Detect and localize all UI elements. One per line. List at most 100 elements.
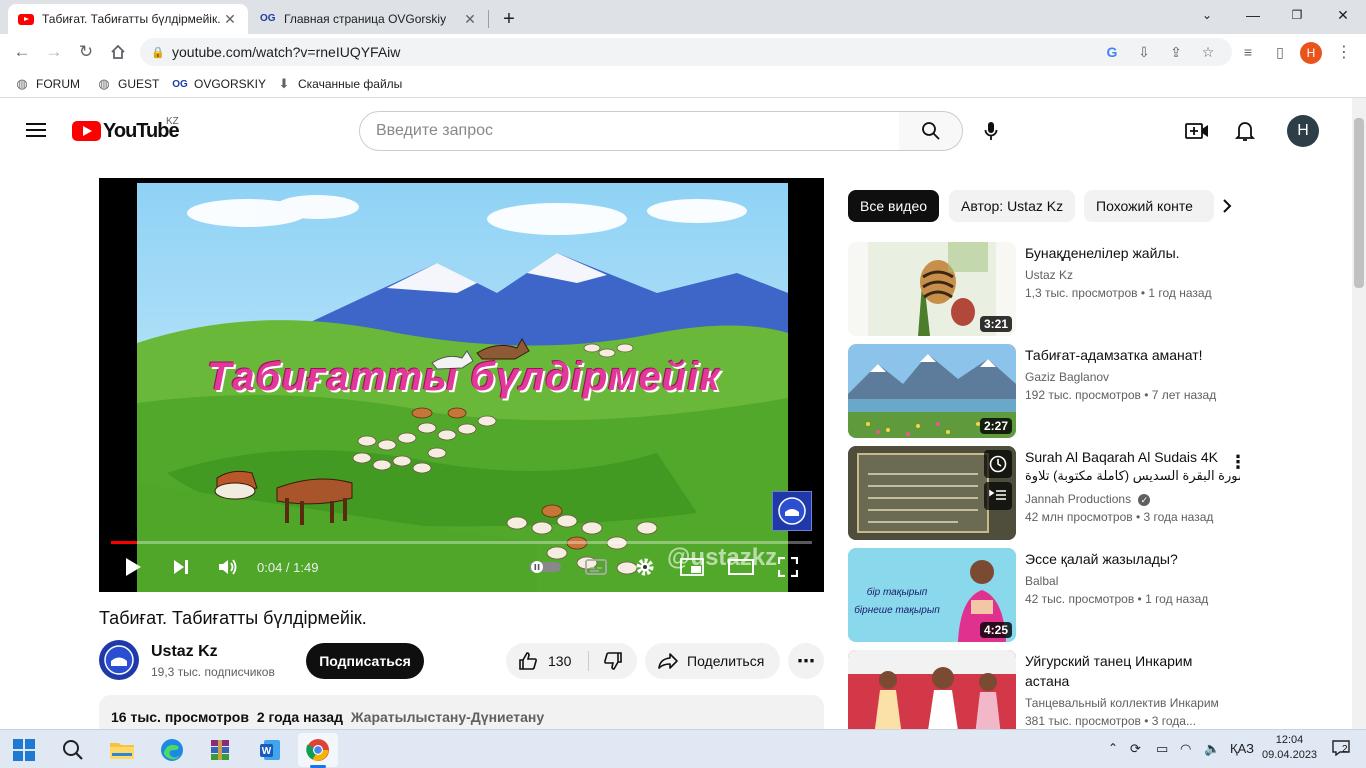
tab-youtube[interactable]: Табиғат. Табиғатты бүлдірмейік. ✕ <box>8 4 248 34</box>
restore-button[interactable]: ❐ <box>1274 0 1320 30</box>
recommended-channel[interactable]: Ustaz Kz <box>1025 268 1240 282</box>
recommended-channel[interactable]: Jannah Productions ✓ <box>1025 492 1240 506</box>
video-player[interactable]: Табиғатты бүлдірмейік @ustazkz 0:04 / 1:… <box>99 178 824 592</box>
search-button[interactable] <box>899 111 963 151</box>
watch-later-button[interactable] <box>984 450 1012 478</box>
hamburger-menu-icon[interactable] <box>26 123 46 137</box>
wifi-icon[interactable]: ◠ <box>1180 741 1191 757</box>
forward-button[interactable]: → <box>40 38 68 66</box>
notification-center-button[interactable]: 2 <box>1332 740 1356 760</box>
bookmark-forum[interactable]: ◍ FORUM <box>14 76 80 92</box>
bookmark-downloads[interactable]: ⬇ Скачанные файлы <box>276 76 403 92</box>
install-app-icon[interactable]: ⇩ <box>1132 40 1156 64</box>
file-explorer-button[interactable] <box>107 735 137 765</box>
minimize-button[interactable]: — <box>1230 0 1276 30</box>
user-avatar[interactable]: H <box>1287 115 1319 147</box>
show-hidden-icons-button[interactable]: ⌃ <box>1108 741 1118 755</box>
chip-related[interactable]: Похожий конте <box>1084 190 1214 222</box>
video-thumbnail[interactable]: 2:27 <box>848 344 1016 438</box>
side-panel-icon[interactable]: ▯ <box>1268 40 1292 64</box>
voice-search-button[interactable] <box>976 116 1006 146</box>
dislike-button[interactable] <box>590 643 636 679</box>
chrome-button[interactable] <box>303 735 333 765</box>
chip-all-videos[interactable]: Все видео <box>848 190 940 222</box>
fullscreen-button[interactable] <box>776 555 800 579</box>
lock-icon[interactable]: 🔒 <box>144 46 172 59</box>
home-icon[interactable] <box>104 38 132 66</box>
taskbar-search-button[interactable] <box>58 735 88 765</box>
tab-ovgorskiy[interactable]: OG Главная страница OVGorskiy ✕ <box>250 4 488 34</box>
video-thumbnail[interactable]: 3:21 <box>848 242 1016 336</box>
recommended-video-title[interactable]: Уйгурский танец Инкарим астана <box>1025 651 1235 691</box>
start-button[interactable] <box>9 735 39 765</box>
recommended-video[interactable]: 2:27 Табиғат-адамзатка аманат! Gaziz Bag… <box>848 344 1348 440</box>
scrollbar-thumb[interactable] <box>1354 118 1364 288</box>
youtube-logo[interactable]: YouTube KZ <box>72 116 180 142</box>
subtitles-button[interactable] <box>584 555 608 579</box>
new-tab-button[interactable]: + <box>494 4 524 34</box>
reload-button[interactable]: ↻ <box>72 38 100 66</box>
battery-icon[interactable]: ▭ <box>1156 741 1168 757</box>
settings-button[interactable] <box>633 555 657 579</box>
google-translate-icon[interactable]: G <box>1100 40 1124 64</box>
recommended-video-title[interactable]: Surah Al Baqarah Al Sudais 4K <box>1025 447 1235 467</box>
recommended-channel[interactable]: Balbal <box>1025 574 1240 588</box>
bookmark-guest[interactable]: ◍ GUEST <box>96 76 159 92</box>
chips-next-button[interactable] <box>1214 193 1240 219</box>
autoplay-toggle[interactable] <box>527 555 563 579</box>
close-icon[interactable]: ✕ <box>462 11 478 28</box>
word-button[interactable]: W <box>255 735 285 765</box>
recommended-video[interactable]: бір тақырып бірнеше тақырып 4:25 Эссе қа… <box>848 548 1348 644</box>
sync-icon[interactable]: ⟳ <box>1130 741 1141 757</box>
play-button[interactable] <box>121 555 145 579</box>
back-button[interactable]: ← <box>8 38 36 66</box>
more-actions-button[interactable]: ⋯ <box>788 643 824 679</box>
bookmark-ovgorskiy[interactable]: OG OVGORSKIY <box>172 76 266 92</box>
profile-avatar[interactable]: H <box>1300 42 1322 64</box>
channel-watermark-logo[interactable] <box>772 491 812 531</box>
address-bar[interactable]: 🔒 youtube.com/watch?v=rneIUQYFAiw <box>140 38 1232 66</box>
create-video-icon[interactable] <box>1184 118 1210 144</box>
input-language[interactable]: ҚАЗ <box>1230 741 1254 756</box>
video-actions-menu-button[interactable]: ⋮ <box>1228 450 1248 474</box>
recommended-video-title[interactable]: Табиғат-адамзатка аманат! <box>1025 345 1235 365</box>
chip-by-author[interactable]: Автор: Ustaz Kz <box>949 190 1076 222</box>
recommended-video-title[interactable]: Эссе қалай жазылады? <box>1025 549 1235 569</box>
edge-browser-button[interactable] <box>157 735 187 765</box>
category-tag[interactable]: Жаратылыстану-Дүниетану <box>351 709 544 725</box>
recommended-channel[interactable]: Gaziz Baglanov <box>1025 370 1240 384</box>
progress-bar-played[interactable] <box>111 541 137 544</box>
recommended-video-title[interactable]: Бунақденелілер жайлы. <box>1025 243 1235 263</box>
volume-button[interactable] <box>216 555 240 579</box>
share-icon[interactable]: ⇪ <box>1164 40 1188 64</box>
channel-name[interactable]: Ustaz Kz <box>151 643 218 661</box>
recommended-video[interactable]: 3:21 Бунақденелілер жайлы. Ustaz Kz 1,3 … <box>848 242 1348 338</box>
channel-avatar[interactable] <box>99 640 139 680</box>
video-thumbnail[interactable]: бір тақырып бірнеше тақырып 4:25 <box>848 548 1016 642</box>
video-thumbnail[interactable] <box>848 650 1016 730</box>
like-button[interactable]: 130 <box>506 643 588 679</box>
notifications-bell-icon[interactable] <box>1232 118 1258 144</box>
close-window-button[interactable]: ✕ <box>1320 0 1366 30</box>
next-video-button[interactable] <box>169 555 193 579</box>
kebab-menu-icon[interactable]: ⋮ <box>1332 40 1356 64</box>
theater-mode-button[interactable] <box>728 555 754 579</box>
close-icon[interactable]: ✕ <box>222 11 238 28</box>
recommended-channel[interactable]: Танцевальный коллектив Инкарим <box>1025 696 1240 710</box>
add-to-queue-button[interactable] <box>984 482 1012 510</box>
subscribe-button[interactable]: Подписаться <box>306 643 424 679</box>
progress-bar[interactable] <box>111 541 812 544</box>
recommended-video[interactable]: Surah Al Baqarah Al Sudais 4K سورة البقر… <box>848 446 1348 542</box>
video-thumbnail[interactable] <box>848 446 1016 540</box>
bookmark-star-icon[interactable]: ☆ <box>1196 40 1220 64</box>
speaker-icon[interactable]: 🔈 <box>1204 741 1220 757</box>
reading-list-icon[interactable]: ≡ <box>1236 40 1260 64</box>
winrar-button[interactable] <box>205 735 235 765</box>
tab-search-icon[interactable]: ⌄ <box>1184 0 1230 30</box>
recommended-video[interactable]: Уйгурский танец Инкарим астана Танцеваль… <box>848 650 1348 730</box>
share-button[interactable]: Поделиться <box>645 643 780 679</box>
miniplayer-button[interactable] <box>680 555 704 579</box>
system-clock[interactable]: 12:04 09.04.2023 <box>1262 733 1317 763</box>
search-input[interactable]: Введите запрос <box>359 111 900 151</box>
page-scrollbar[interactable] <box>1352 98 1366 730</box>
